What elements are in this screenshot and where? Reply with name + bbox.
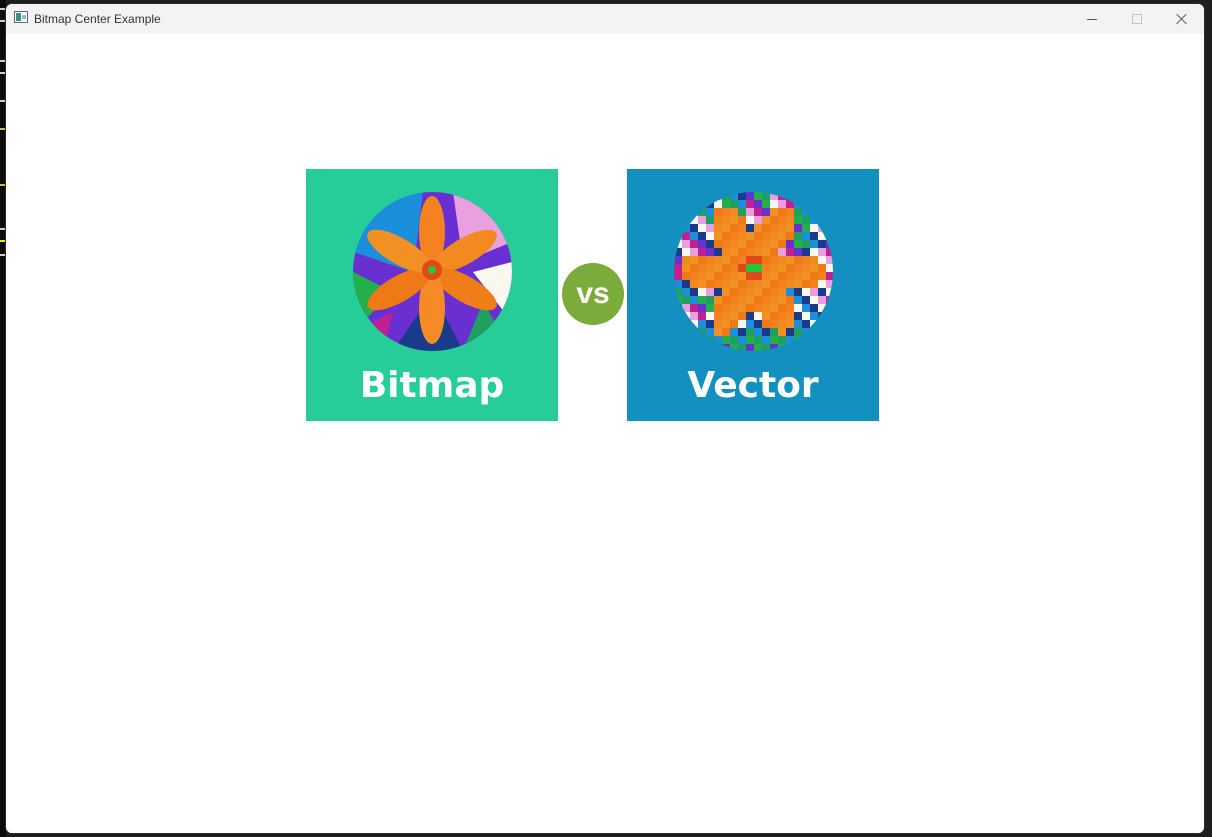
terminal-text-fragment	[0, 20, 5, 22]
app-icon	[14, 11, 28, 23]
terminal-text-fragment	[0, 184, 5, 186]
window-title: Bitmap Center Example	[34, 12, 161, 26]
canvas-area: Bitmap vs Vector	[6, 34, 1204, 833]
vs-badge: vs	[562, 263, 624, 325]
flower-image-pixelated	[674, 192, 833, 351]
title-bar[interactable]: Bitmap Center Example	[6, 4, 1204, 34]
terminal-text-fragment	[0, 240, 5, 242]
terminal-text-fragment	[0, 60, 5, 62]
minimize-icon	[1086, 18, 1097, 20]
flower-image-smooth	[353, 192, 512, 351]
vector-label: Vector	[687, 365, 819, 406]
terminal-text-fragment	[0, 128, 5, 130]
close-button[interactable]	[1159, 4, 1204, 34]
app-window: Bitmap Center Example Bitmap vs Vector	[5, 3, 1205, 834]
close-icon	[1176, 13, 1188, 25]
terminal-text-fragment	[0, 100, 5, 102]
terminal-text-fragment	[0, 8, 5, 10]
bitmap-card: Bitmap	[306, 169, 558, 421]
minimize-button[interactable]	[1069, 4, 1114, 34]
maximize-button[interactable]	[1114, 4, 1159, 34]
terminal-text-fragment	[0, 228, 5, 230]
vector-card: Vector	[627, 169, 879, 421]
terminal-text-fragment	[0, 254, 5, 256]
terminal-text-fragment	[0, 72, 5, 74]
bitmap-label: Bitmap	[359, 365, 505, 406]
maximize-icon	[1131, 14, 1142, 24]
